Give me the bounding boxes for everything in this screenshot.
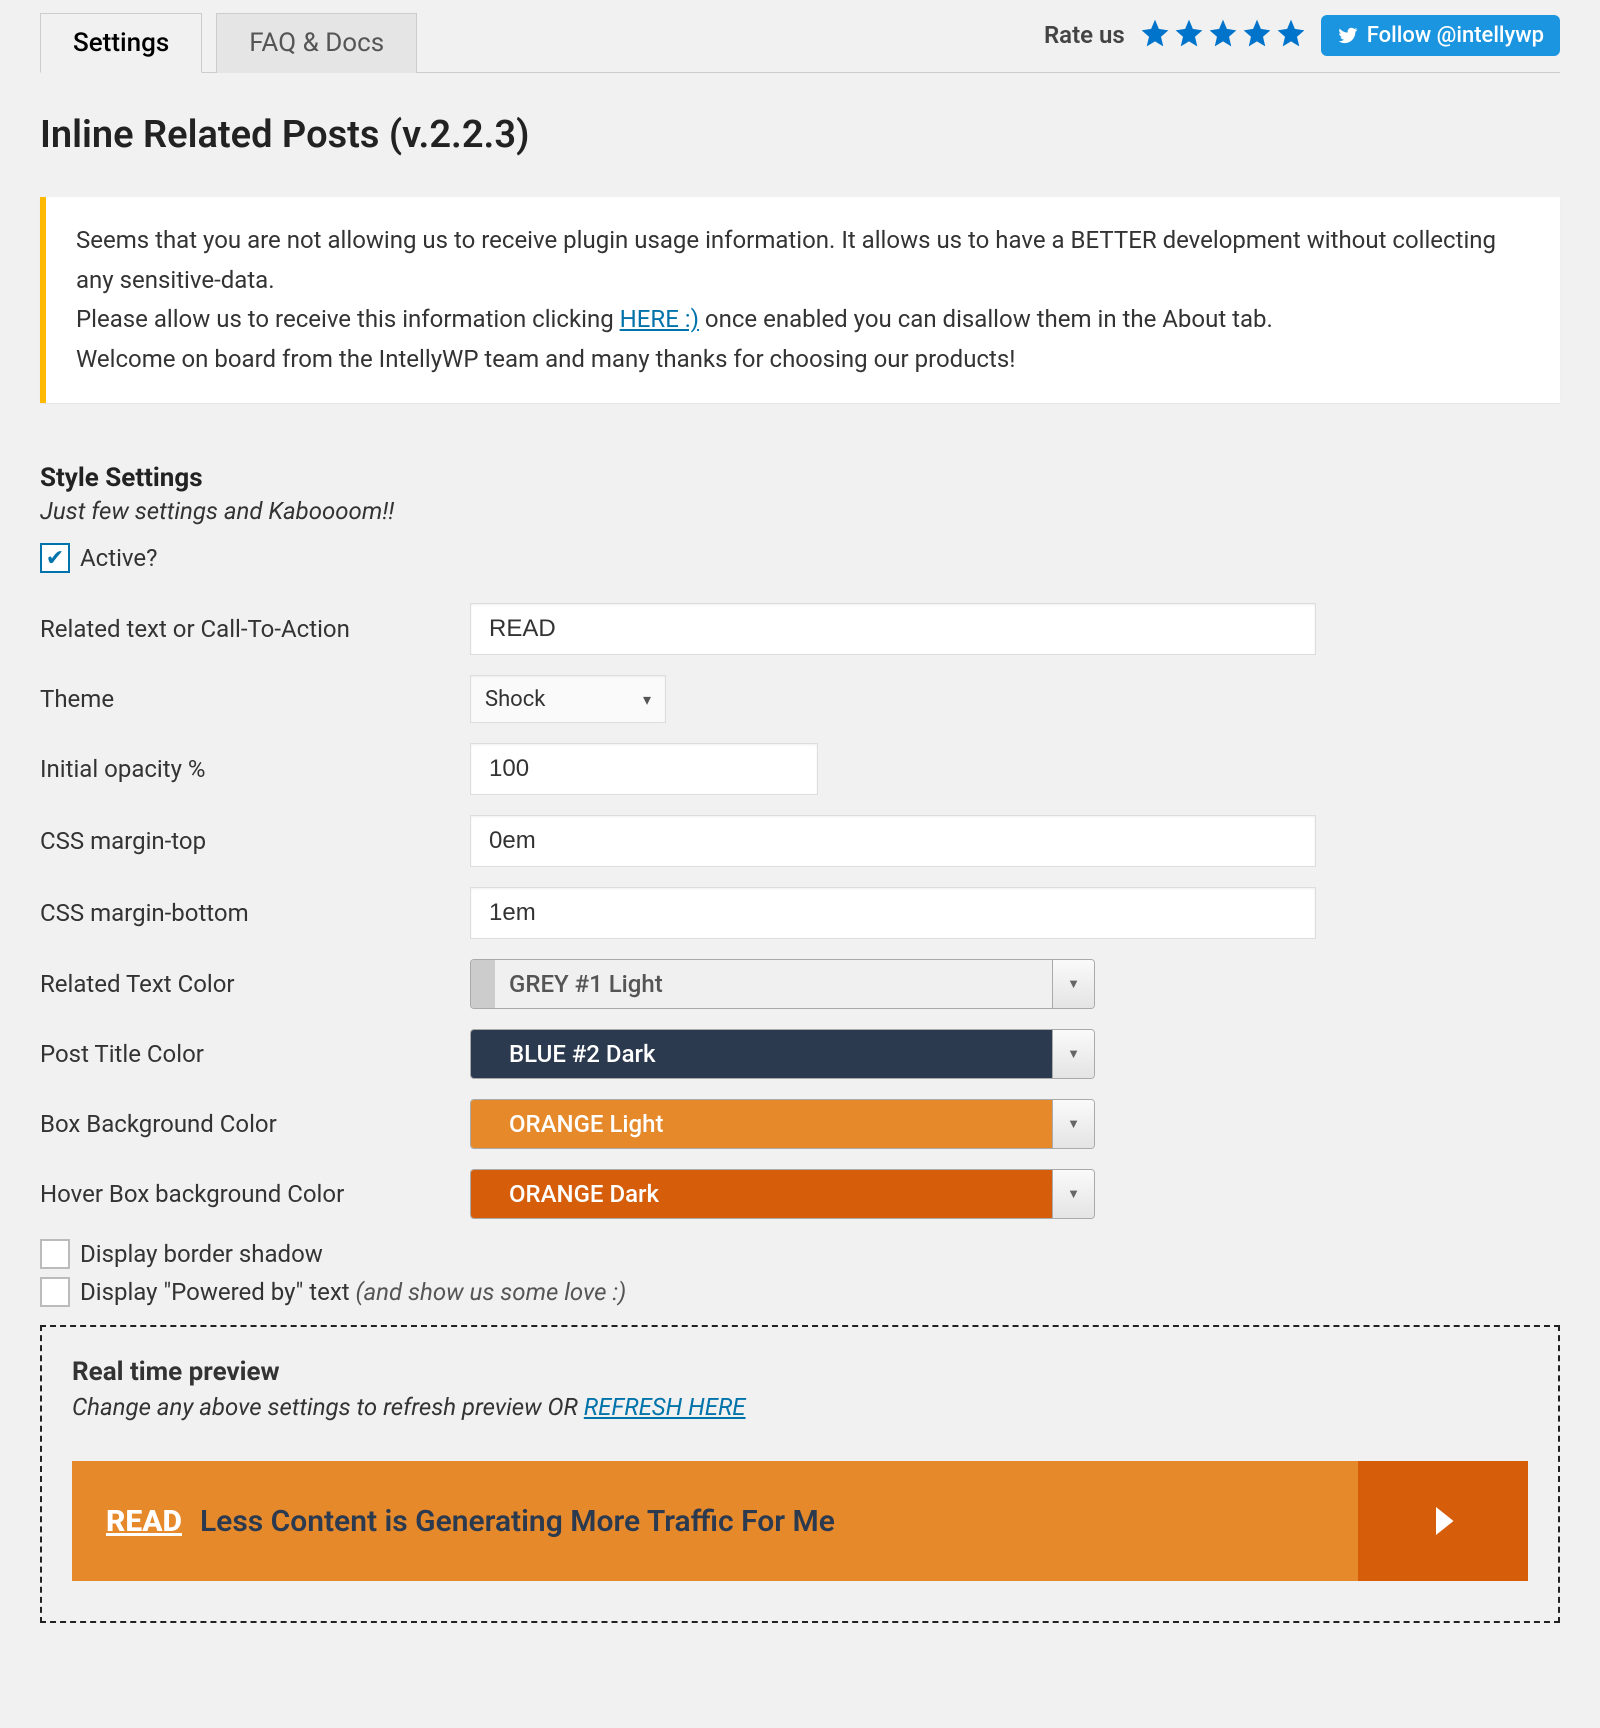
theme-select[interactable]: Shock <box>470 675 666 723</box>
chevron-down-icon: ▼ <box>1052 1100 1094 1148</box>
powered-label: Display "Powered by" text (and show us s… <box>80 1278 626 1306</box>
color-value: BLUE #2 Dark <box>495 1030 1052 1078</box>
opacity-label: Initial opacity % <box>40 755 470 783</box>
tab-settings[interactable]: Settings <box>40 13 202 73</box>
active-checkbox[interactable]: ✔ <box>40 543 70 573</box>
star-icon <box>1207 17 1239 53</box>
star-icon <box>1173 17 1205 53</box>
refresh-link[interactable]: REFRESH HERE <box>584 1393 746 1421</box>
chevron-down-icon: ▼ <box>1052 1030 1094 1078</box>
preview-post-title: Less Content is Generating More Traffic … <box>200 1504 835 1539</box>
preview-read-badge: READ <box>106 1504 182 1539</box>
related-color-picker[interactable]: GREY #1 Light ▼ <box>470 959 1095 1009</box>
active-label: Active? <box>80 544 157 572</box>
style-settings-sub: Just few settings and Kaboooom!! <box>40 497 1560 525</box>
color-swatch <box>471 1030 495 1078</box>
star-icon <box>1139 17 1171 53</box>
color-swatch <box>471 960 495 1008</box>
margin-bottom-input[interactable] <box>470 887 1316 939</box>
star-icon <box>1275 17 1307 53</box>
powered-checkbox[interactable]: ✔ <box>40 1277 70 1307</box>
notice-line: Please allow us to receive this informat… <box>76 300 1530 340</box>
margin-top-label: CSS margin-top <box>40 827 470 855</box>
hover-bg-picker[interactable]: ORANGE Dark ▼ <box>470 1169 1095 1219</box>
tracking-notice: Seems that you are not allowing us to re… <box>40 197 1560 403</box>
preview-card[interactable]: READ Less Content is Generating More Tra… <box>72 1461 1528 1581</box>
shadow-checkbox[interactable]: ✔ <box>40 1239 70 1269</box>
shadow-label: Display border shadow <box>80 1240 323 1268</box>
twitter-icon <box>1337 24 1359 46</box>
box-bg-picker[interactable]: ORANGE Light ▼ <box>470 1099 1095 1149</box>
twitter-follow-label: Follow @intellywp <box>1367 23 1544 48</box>
opacity-input[interactable] <box>470 743 818 795</box>
margin-bottom-label: CSS margin-bottom <box>40 899 470 927</box>
chevron-right-icon <box>1358 1461 1528 1581</box>
star-icon <box>1241 17 1273 53</box>
title-color-picker[interactable]: BLUE #2 Dark ▼ <box>470 1029 1095 1079</box>
title-color-label: Post Title Color <box>40 1040 470 1068</box>
preview-sub: Change any above settings to refresh pre… <box>72 1393 1528 1421</box>
notice-line: Welcome on board from the IntellyWP team… <box>76 340 1530 380</box>
notice-line: Seems that you are not allowing us to re… <box>76 221 1530 300</box>
hover-bg-label: Hover Box background Color <box>40 1180 470 1208</box>
cta-input[interactable] <box>470 603 1316 655</box>
color-swatch <box>471 1100 495 1148</box>
preview-heading: Real time preview <box>72 1357 1528 1387</box>
tab-faq[interactable]: FAQ & Docs <box>216 13 417 73</box>
color-swatch <box>471 1170 495 1218</box>
margin-top-input[interactable] <box>470 815 1316 867</box>
preview-panel: Real time preview Change any above setti… <box>40 1325 1560 1623</box>
color-value: GREY #1 Light <box>495 960 1052 1008</box>
style-settings-heading: Style Settings <box>40 463 1560 493</box>
color-value: ORANGE Dark <box>495 1170 1052 1218</box>
related-color-label: Related Text Color <box>40 970 470 998</box>
theme-label: Theme <box>40 685 470 713</box>
enable-tracking-link[interactable]: HERE :) <box>620 305 699 333</box>
color-value: ORANGE Light <box>495 1100 1052 1148</box>
box-bg-label: Box Background Color <box>40 1110 470 1138</box>
star-rating[interactable] <box>1139 17 1307 53</box>
chevron-down-icon: ▼ <box>1052 1170 1094 1218</box>
cta-label: Related text or Call-To-Action <box>40 615 470 643</box>
twitter-follow-button[interactable]: Follow @intellywp <box>1321 15 1560 56</box>
rate-us-label: Rate us <box>1044 21 1125 49</box>
page-title: Inline Related Posts (v.2.2.3) <box>40 113 1560 157</box>
chevron-down-icon: ▼ <box>1052 960 1094 1008</box>
